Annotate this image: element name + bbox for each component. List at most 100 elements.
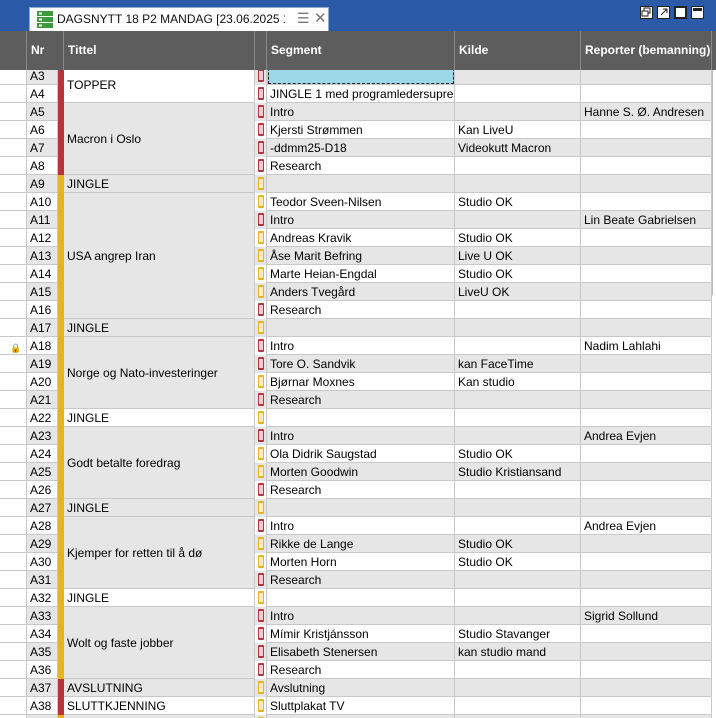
segment-status-icon[interactable]: [255, 679, 267, 697]
reporter-cell[interactable]: [581, 697, 712, 715]
source-cell[interactable]: [455, 589, 581, 607]
reporter-cell[interactable]: [581, 553, 712, 571]
source-cell[interactable]: [455, 679, 581, 697]
segment-status-icon[interactable]: [255, 607, 267, 625]
segment-cell[interactable]: [267, 499, 455, 517]
segment-status-icon[interactable]: [255, 427, 267, 445]
segment-cell[interactable]: Research: [267, 391, 455, 409]
segment-status-icon[interactable]: [255, 247, 267, 265]
segment-cell[interactable]: [267, 319, 455, 337]
source-cell[interactable]: [455, 301, 581, 319]
segment-cell[interactable]: Elisabeth Stenersen: [267, 643, 455, 661]
segment-status-icon[interactable]: [255, 625, 267, 643]
story-title[interactable]: USA angrep Iran: [64, 193, 255, 319]
segment-cell[interactable]: Intro: [267, 337, 455, 355]
story-title[interactable]: JINGLE: [64, 499, 255, 517]
story-title[interactable]: AVSLUTNING: [64, 679, 255, 697]
segment-status-icon[interactable]: [255, 373, 267, 391]
source-cell[interactable]: Studio Stavanger: [455, 625, 581, 643]
story-title[interactable]: Macron i Oslo: [64, 103, 255, 175]
reporter-cell[interactable]: [581, 355, 712, 373]
segment-cell[interactable]: Intro: [267, 517, 455, 535]
popout-icon[interactable]: [657, 6, 670, 19]
source-cell[interactable]: [455, 319, 581, 337]
segment-cell[interactable]: Research: [267, 301, 455, 319]
source-cell[interactable]: [455, 70, 581, 85]
reporter-cell[interactable]: [581, 319, 712, 337]
reporter-cell[interactable]: [581, 571, 712, 589]
segment-status-icon[interactable]: [255, 355, 267, 373]
reporter-cell[interactable]: [581, 391, 712, 409]
segment-status-icon[interactable]: [255, 481, 267, 499]
segment-cell[interactable]: Andreas Kravik: [267, 229, 455, 247]
segment-status-icon[interactable]: [255, 535, 267, 553]
segment-cell[interactable]: JINGLE 1 med programledersupre: [267, 85, 455, 103]
segment-status-icon[interactable]: [255, 571, 267, 589]
segment-status-icon[interactable]: [255, 265, 267, 283]
segment-status-icon[interactable]: [255, 391, 267, 409]
segment-status-icon[interactable]: [255, 589, 267, 607]
source-cell[interactable]: Studio OK: [455, 445, 581, 463]
segment-status-icon[interactable]: [255, 697, 267, 715]
maximize-icon[interactable]: [674, 6, 687, 19]
restore-icon[interactable]: [640, 6, 653, 19]
segment-status-icon[interactable]: [255, 229, 267, 247]
source-cell[interactable]: [455, 697, 581, 715]
reporter-cell[interactable]: Nadim Lahlahi: [581, 337, 712, 355]
segment-cell[interactable]: Avslutning: [267, 679, 455, 697]
segment-status-icon[interactable]: [255, 409, 267, 427]
segment-cell[interactable]: [267, 409, 455, 427]
reporter-cell[interactable]: [581, 661, 712, 679]
segment-status-icon[interactable]: [255, 70, 267, 85]
source-cell[interactable]: Live U OK: [455, 247, 581, 265]
reporter-cell[interactable]: Hanne S. Ø. Andresen: [581, 103, 712, 121]
segment-status-icon[interactable]: [255, 499, 267, 517]
reporter-cell[interactable]: Lin Beate Gabrielsen: [581, 211, 712, 229]
segment-status-icon[interactable]: [255, 661, 267, 679]
reporter-cell[interactable]: [581, 265, 712, 283]
reporter-cell[interactable]: [581, 157, 712, 175]
segment-cell[interactable]: Åse Marit Befring: [267, 247, 455, 265]
segment-cell[interactable]: Sluttplakat TV: [267, 697, 455, 715]
title-column-header[interactable]: Tittel: [64, 31, 255, 70]
story-title[interactable]: TOPPER: [64, 70, 255, 103]
segment-cell[interactable]: Morten Goodwin: [267, 463, 455, 481]
segment-status-icon[interactable]: [255, 211, 267, 229]
reporter-cell[interactable]: [581, 679, 712, 697]
minimize-icon[interactable]: [691, 6, 704, 19]
story-title[interactable]: JINGLE: [64, 409, 255, 427]
reporter-cell[interactable]: [581, 229, 712, 247]
segment-cell[interactable]: Teodor Sveen-Nilsen: [267, 193, 455, 211]
reporter-cell[interactable]: [581, 301, 712, 319]
segment-cell[interactable]: Morten Horn: [267, 553, 455, 571]
menu-icon[interactable]: ☰: [297, 10, 310, 27]
source-cell[interactable]: [455, 211, 581, 229]
segment-cell[interactable]: Bjørnar Moxnes: [267, 373, 455, 391]
source-cell[interactable]: [455, 175, 581, 193]
story-title[interactable]: JINGLE: [64, 319, 255, 337]
segment-cell[interactable]: Marte Heian-Engdal: [267, 265, 455, 283]
source-cell[interactable]: Studio OK: [455, 535, 581, 553]
segment-status-icon[interactable]: [255, 463, 267, 481]
segment-cell[interactable]: Rikke de Lange: [267, 535, 455, 553]
reporter-cell[interactable]: [581, 535, 712, 553]
reporter-cell[interactable]: [581, 70, 712, 85]
segment-cell[interactable]: [267, 589, 455, 607]
segment-cell[interactable]: Research: [267, 157, 455, 175]
source-cell[interactable]: [455, 427, 581, 445]
reporter-column-header[interactable]: Reporter (bemanning): [581, 31, 712, 70]
segment-cell[interactable]: -ddmm25-D18: [267, 139, 455, 157]
story-title[interactable]: Kjemper for retten til å dø: [64, 517, 255, 589]
reporter-cell[interactable]: [581, 589, 712, 607]
reporter-cell[interactable]: [581, 283, 712, 301]
segment-cell[interactable]: [267, 175, 455, 193]
segment-status-icon[interactable]: [255, 319, 267, 337]
source-cell[interactable]: LiveU OK: [455, 283, 581, 301]
segment-cell[interactable]: Kjersti Strømmen: [267, 121, 455, 139]
story-title[interactable]: JINGLE: [64, 175, 255, 193]
source-column-header[interactable]: Kilde: [455, 31, 581, 70]
segment-cell[interactable]: Ola Didrik Saugstad: [267, 445, 455, 463]
segment-status-icon[interactable]: [255, 445, 267, 463]
reporter-cell[interactable]: [581, 139, 712, 157]
reporter-cell[interactable]: [581, 247, 712, 265]
